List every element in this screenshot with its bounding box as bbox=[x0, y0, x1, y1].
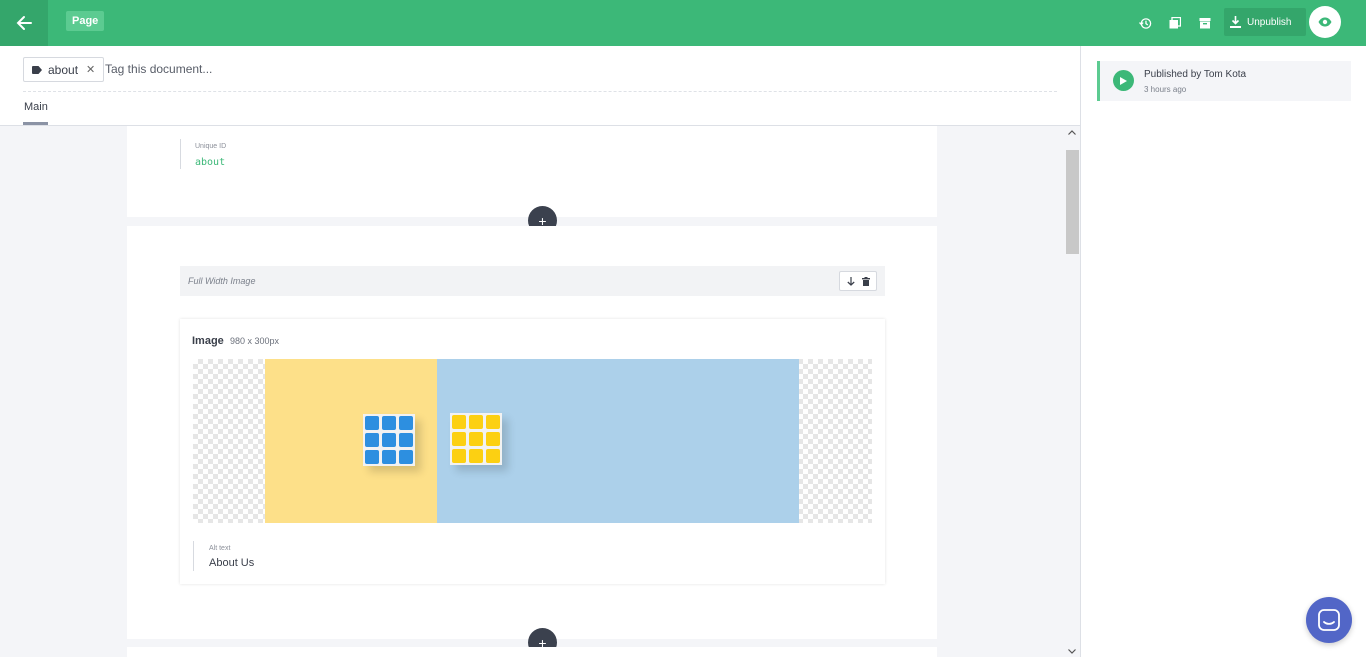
arrow-down-icon bbox=[846, 276, 855, 286]
scroll-down-icon bbox=[1068, 648, 1076, 654]
document-type-badge: Page bbox=[66, 11, 105, 31]
duplicate-icon bbox=[1169, 17, 1181, 29]
uid-value[interactable]: about bbox=[195, 157, 225, 168]
header-divider bbox=[23, 91, 1057, 92]
editor-header: about ✕ Main bbox=[0, 46, 1080, 126]
scroll-up-icon bbox=[1068, 129, 1076, 135]
download-icon bbox=[1230, 16, 1241, 28]
delete-slice-button[interactable] bbox=[861, 276, 870, 286]
tab-active-indicator bbox=[23, 122, 48, 125]
image-dimensions: 980 x 300px bbox=[230, 336, 280, 346]
preview-button[interactable] bbox=[1309, 6, 1341, 38]
alt-text-value[interactable]: About Us bbox=[209, 557, 254, 569]
scroll-up-button[interactable] bbox=[1064, 126, 1080, 138]
next-card bbox=[127, 647, 937, 657]
scroll-down-button[interactable] bbox=[1064, 645, 1080, 657]
slice-title: Full Width Image bbox=[188, 276, 256, 286]
archive-icon bbox=[1199, 18, 1211, 29]
slice-actions bbox=[839, 271, 877, 291]
blue-cube bbox=[363, 414, 415, 466]
uid-card: Unique ID about bbox=[127, 126, 937, 217]
image-field-panel: Image 980 x 300px Alt text About Us bbox=[180, 319, 885, 584]
history-time: 3 hours ago bbox=[1144, 85, 1187, 94]
uid-label: Unique ID bbox=[195, 143, 227, 150]
move-down-button[interactable] bbox=[846, 276, 855, 286]
history-button[interactable] bbox=[1135, 13, 1155, 33]
trash-icon bbox=[861, 276, 870, 286]
vertical-scrollbar[interactable] bbox=[1064, 126, 1080, 657]
tag-input[interactable] bbox=[105, 62, 405, 76]
play-icon bbox=[1113, 70, 1134, 91]
scrollbar-thumb[interactable] bbox=[1066, 150, 1079, 254]
image-preview[interactable] bbox=[193, 359, 872, 523]
archive-button[interactable] bbox=[1195, 13, 1215, 33]
chat-launcher-button[interactable] bbox=[1306, 597, 1352, 643]
slice-header: Full Width Image bbox=[180, 266, 885, 296]
top-bar: Page Unpublish bbox=[0, 0, 1366, 46]
tag-icon bbox=[32, 65, 42, 74]
duplicate-button[interactable] bbox=[1165, 13, 1185, 33]
history-icon bbox=[1138, 17, 1151, 29]
tab-main[interactable]: Main bbox=[24, 101, 48, 113]
arrow-left-icon bbox=[16, 16, 32, 30]
history-sidebar: Published by Tom Kota 3 hours ago bbox=[1080, 46, 1366, 657]
field-rule bbox=[193, 541, 194, 571]
close-icon[interactable]: ✕ bbox=[86, 63, 95, 76]
eye-icon bbox=[1318, 17, 1332, 27]
tag-label: about bbox=[48, 62, 79, 77]
slice-card: Full Width Image Image 980 x 300px Alt t… bbox=[127, 226, 937, 639]
chat-icon bbox=[1318, 609, 1340, 631]
unpublish-label: Unpublish bbox=[1247, 16, 1292, 28]
history-title: Published by Tom Kota bbox=[1144, 69, 1247, 80]
unpublish-button[interactable]: Unpublish bbox=[1224, 8, 1306, 36]
editor-content: Unique ID about + Full Width Image Image… bbox=[0, 126, 1064, 657]
history-item[interactable]: Published by Tom Kota 3 hours ago bbox=[1097, 61, 1351, 101]
field-rule bbox=[180, 139, 181, 169]
alt-text-label: Alt text bbox=[209, 545, 231, 552]
image-label: Image bbox=[192, 335, 224, 347]
tag-chip[interactable]: about ✕ bbox=[23, 57, 105, 82]
yellow-cube bbox=[450, 413, 502, 465]
back-button[interactable] bbox=[0, 0, 48, 46]
image-photo bbox=[265, 359, 799, 523]
